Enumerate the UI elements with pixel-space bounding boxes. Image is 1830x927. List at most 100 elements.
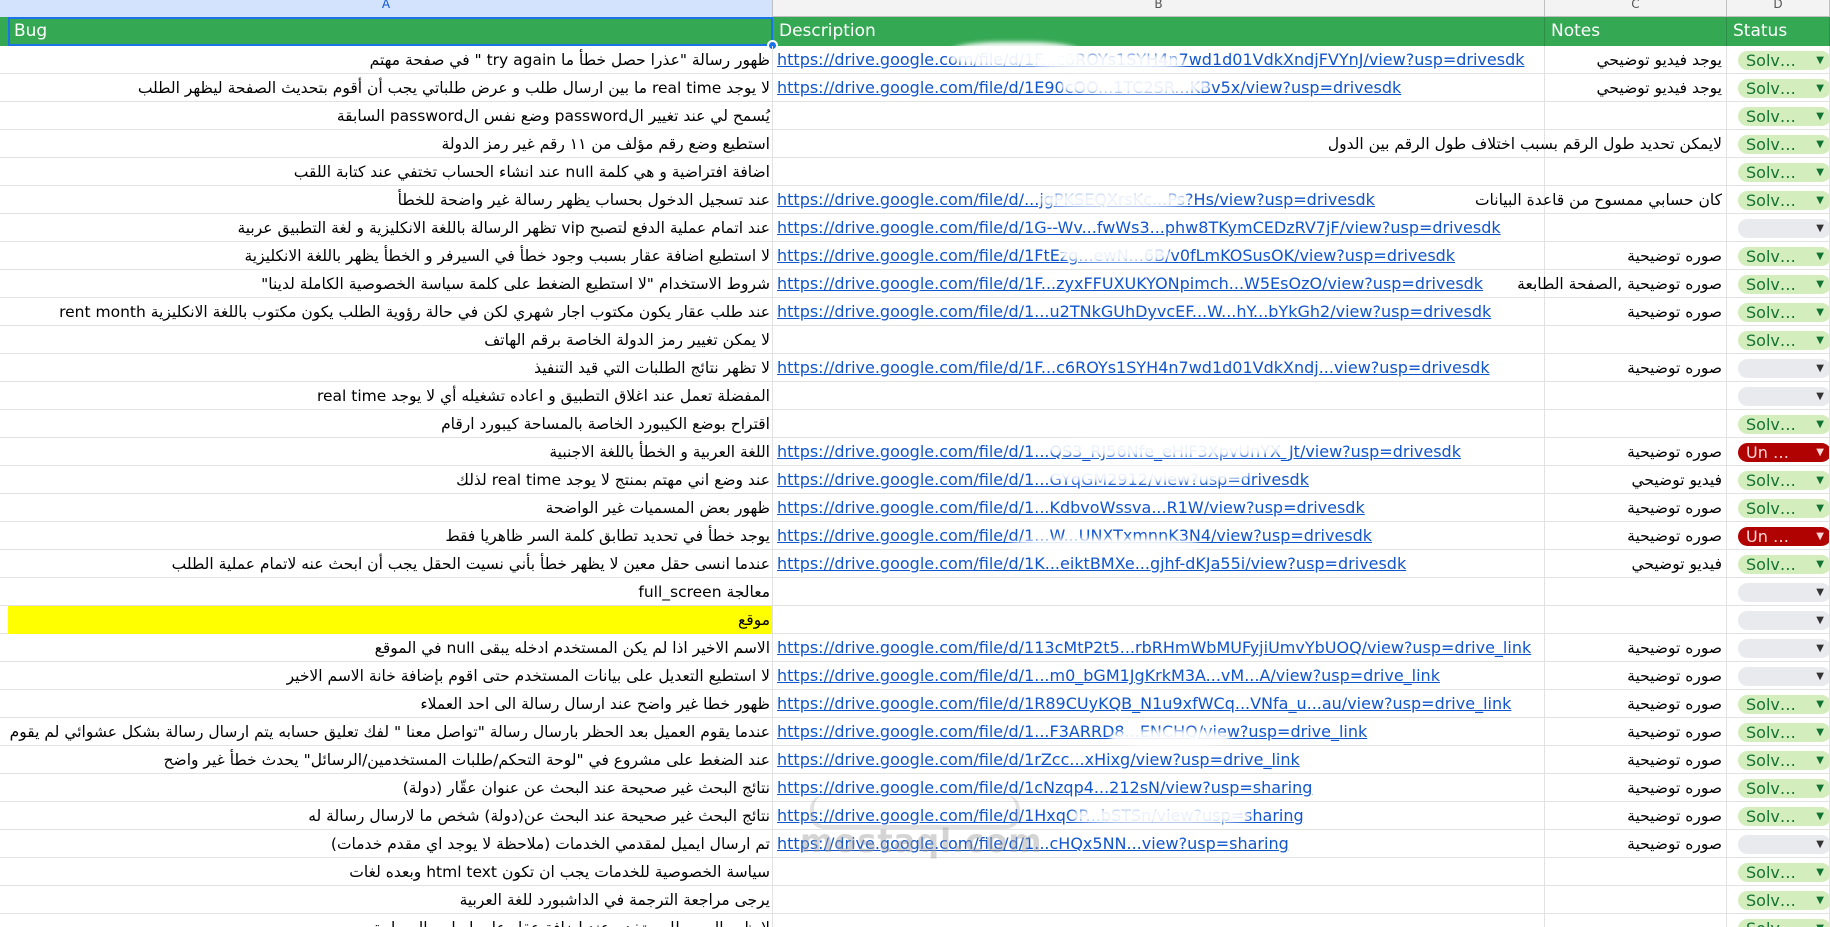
notes-cell[interactable] <box>1545 606 1727 634</box>
description-link-cell[interactable]: https://drive.google.com/file/d/1K...eik… <box>773 550 1545 578</box>
description-link-cell[interactable]: https://drive.google.com/file/d/1F...zyx… <box>773 270 1545 298</box>
column-c-header[interactable]: C <box>1545 0 1727 17</box>
bug-cell[interactable]: لا استطيع اضافة عقار بسبب وجود خطأ في ال… <box>8 242 773 270</box>
bug-cell[interactable]: لا يمكن تغيير رمز الدولة الخاصة برقم اله… <box>8 326 773 354</box>
chevron-down-icon[interactable]: ▼ <box>1816 919 1824 927</box>
bug-cell[interactable]: اضافة افتراضية و هي كلمة null عند انشاء … <box>8 158 773 186</box>
description-link-cell[interactable] <box>773 382 1545 410</box>
status-dropdown-chip[interactable]: Solv… ▼ <box>1738 135 1829 154</box>
notes-cell[interactable] <box>1545 578 1727 606</box>
notes-cell[interactable]: يوجد فيديو توضيحي <box>1545 74 1727 102</box>
bug-cell[interactable]: نتائج البحث غير صحيحة عند البحث عن عنوان… <box>8 774 773 802</box>
status-cell[interactable]: Solv… ▼ <box>1727 494 1830 522</box>
notes-cell[interactable]: صوره توضيحية <box>1545 438 1727 466</box>
chevron-down-icon[interactable]: ▼ <box>1816 835 1824 854</box>
notes-cell[interactable]: صوره توضيحية <box>1545 242 1727 270</box>
chevron-down-icon[interactable]: ▼ <box>1816 443 1824 462</box>
status-dropdown-chip[interactable]: Solv… ▼ <box>1738 723 1829 742</box>
description-link-cell[interactable] <box>773 858 1545 886</box>
status-cell[interactable]: Solv… ▼ <box>1727 46 1830 74</box>
description-link-cell[interactable] <box>773 158 1545 186</box>
status-cell[interactable]: Solv… ▼ <box>1727 690 1830 718</box>
description-link-cell[interactable] <box>773 886 1545 914</box>
status-dropdown-chip[interactable]: Solv… ▼ <box>1738 415 1829 434</box>
notes-cell[interactable]: صوره توضيحية <box>1545 690 1727 718</box>
status-dropdown-chip[interactable]: Solv… ▼ <box>1738 555 1829 574</box>
status-cell[interactable]: Un … ▼ <box>1727 438 1830 466</box>
description-link-cell[interactable] <box>773 606 1545 634</box>
notes-cell[interactable]: كان حسابي ممسوح من قاعدة البيانات <box>1475 186 1727 214</box>
chevron-down-icon[interactable]: ▼ <box>1816 527 1824 546</box>
description-link-cell[interactable]: https://drive.google.com/file/d/1G--Wv..… <box>773 214 1545 242</box>
notes-cell[interactable]: صوره توضيحية <box>1545 634 1727 662</box>
bug-cell[interactable]: عندما يقوم العميل بعد الحظر بارسال رسالة… <box>8 718 773 746</box>
status-dropdown-chip[interactable]: Solv… ▼ <box>1738 303 1829 322</box>
status-cell[interactable]: ▼ <box>1727 830 1830 858</box>
status-dropdown-chip[interactable]: ▼ <box>1738 611 1829 630</box>
chevron-down-icon[interactable]: ▼ <box>1816 247 1824 266</box>
status-cell[interactable]: Solv… ▼ <box>1727 466 1830 494</box>
chevron-down-icon[interactable]: ▼ <box>1816 191 1824 210</box>
bug-cell[interactable]: عندما انسى حقل معين لا يظهر خطأ بأني نسي… <box>8 550 773 578</box>
status-cell[interactable]: Un … ▼ <box>1727 522 1830 550</box>
chevron-down-icon[interactable]: ▼ <box>1816 387 1824 406</box>
chevron-down-icon[interactable]: ▼ <box>1816 583 1824 602</box>
status-cell[interactable]: Solv… ▼ <box>1727 102 1830 130</box>
status-dropdown-chip[interactable]: Solv… ▼ <box>1738 499 1829 518</box>
status-dropdown-chip[interactable]: ▼ <box>1738 583 1829 602</box>
bug-cell[interactable]: يوجد خطأ في تحديد تطابق كلمة السر ظاهريا… <box>8 522 773 550</box>
column-b-header[interactable]: B <box>773 0 1545 17</box>
chevron-down-icon[interactable]: ▼ <box>1816 891 1824 910</box>
bug-cell[interactable]: معالجة full_screen <box>8 578 773 606</box>
notes-cell[interactable]: صوره توضيحية <box>1545 746 1727 774</box>
status-dropdown-chip[interactable]: Solv… ▼ <box>1738 163 1829 182</box>
bug-cell[interactable]: ظهور رسالة "عذرا حصل خطأ ما try again " … <box>8 46 773 74</box>
status-dropdown-chip[interactable]: Solv… ▼ <box>1738 779 1829 798</box>
notes-cell[interactable] <box>1545 214 1727 242</box>
description-link-cell[interactable] <box>773 578 1545 606</box>
status-dropdown-chip[interactable]: Solv… ▼ <box>1738 51 1829 70</box>
bug-cell[interactable]: يرجى مراجعة الترجمة في الداشبورد للغة ال… <box>8 886 773 914</box>
bug-cell[interactable]: عند تسجيل الدخول بحساب يظهر رسالة غير وا… <box>8 186 773 214</box>
status-dropdown-chip[interactable]: Un … ▼ <box>1738 527 1829 546</box>
chevron-down-icon[interactable]: ▼ <box>1816 471 1824 490</box>
description-link-cell[interactable] <box>773 914 1545 927</box>
status-dropdown-chip[interactable]: ▼ <box>1738 387 1829 406</box>
notes-cell[interactable]: صوره توضيحية <box>1545 802 1727 830</box>
description-link-cell[interactable] <box>773 102 1545 130</box>
notes-cell[interactable] <box>1545 410 1727 438</box>
chevron-down-icon[interactable]: ▼ <box>1816 415 1824 434</box>
status-cell[interactable]: ▼ <box>1727 634 1830 662</box>
bug-cell[interactable]: ظهور بعض المسميات غير الواضحة <box>8 494 773 522</box>
bug-cell[interactable]: استطيع وضع رقم مؤلف من ١١ رقم غير رمز ال… <box>8 130 773 158</box>
header-description[interactable]: Description <box>773 17 1545 46</box>
chevron-down-icon[interactable]: ▼ <box>1816 331 1824 350</box>
status-dropdown-chip[interactable]: ▼ <box>1738 219 1829 238</box>
description-link-cell[interactable]: https://drive.google.com/file/d/113cMtP2… <box>773 634 1545 662</box>
header-status[interactable]: Status <box>1727 17 1830 46</box>
status-cell[interactable]: Solv… ▼ <box>1727 718 1830 746</box>
chevron-down-icon[interactable]: ▼ <box>1816 751 1824 770</box>
bug-cell[interactable]: اقتراح بوضع الكيبورد الخاصة بالمساحة كيب… <box>8 410 773 438</box>
status-dropdown-chip[interactable]: Solv… ▼ <box>1738 695 1829 714</box>
notes-cell[interactable] <box>1545 858 1727 886</box>
status-cell[interactable]: Solv… ▼ <box>1727 242 1830 270</box>
notes-cell[interactable]: فيديو توضيحي <box>1545 466 1727 494</box>
status-dropdown-chip[interactable]: Solv… ▼ <box>1738 79 1829 98</box>
status-cell[interactable]: Solv… ▼ <box>1727 914 1830 927</box>
bug-cell[interactable]: عند اتمام عملية الدفع لتصبح vip تظهر الر… <box>8 214 773 242</box>
chevron-down-icon[interactable]: ▼ <box>1816 863 1824 882</box>
status-cell[interactable]: Solv… ▼ <box>1727 158 1830 186</box>
notes-cell[interactable]: صوره توضيحية <box>1545 522 1727 550</box>
status-cell[interactable]: Solv… ▼ <box>1727 410 1830 438</box>
status-cell[interactable]: ▼ <box>1727 578 1830 606</box>
notes-cell[interactable]: يوجد فيديو توضيحي <box>1545 46 1727 74</box>
notes-cell[interactable] <box>1545 326 1727 354</box>
notes-cell[interactable] <box>1545 102 1727 130</box>
bug-cell[interactable]: شروط الاستخدام "لا استطيع الضغط على كلمة… <box>8 270 773 298</box>
description-link-cell[interactable]: https://drive.google.com/file/d/1...m0_b… <box>773 662 1545 690</box>
bug-cell[interactable]: لا استطيع التعديل على بيانات المستخدم حت… <box>8 662 773 690</box>
chevron-down-icon[interactable]: ▼ <box>1816 51 1824 70</box>
bug-cell[interactable]: عند طلب عقار يكون مكتوب اجار شهري لكن في… <box>8 298 773 326</box>
bug-cell[interactable]: المفضلة تعمل عند اغلاق التطبيق و اعاده ت… <box>8 382 773 410</box>
